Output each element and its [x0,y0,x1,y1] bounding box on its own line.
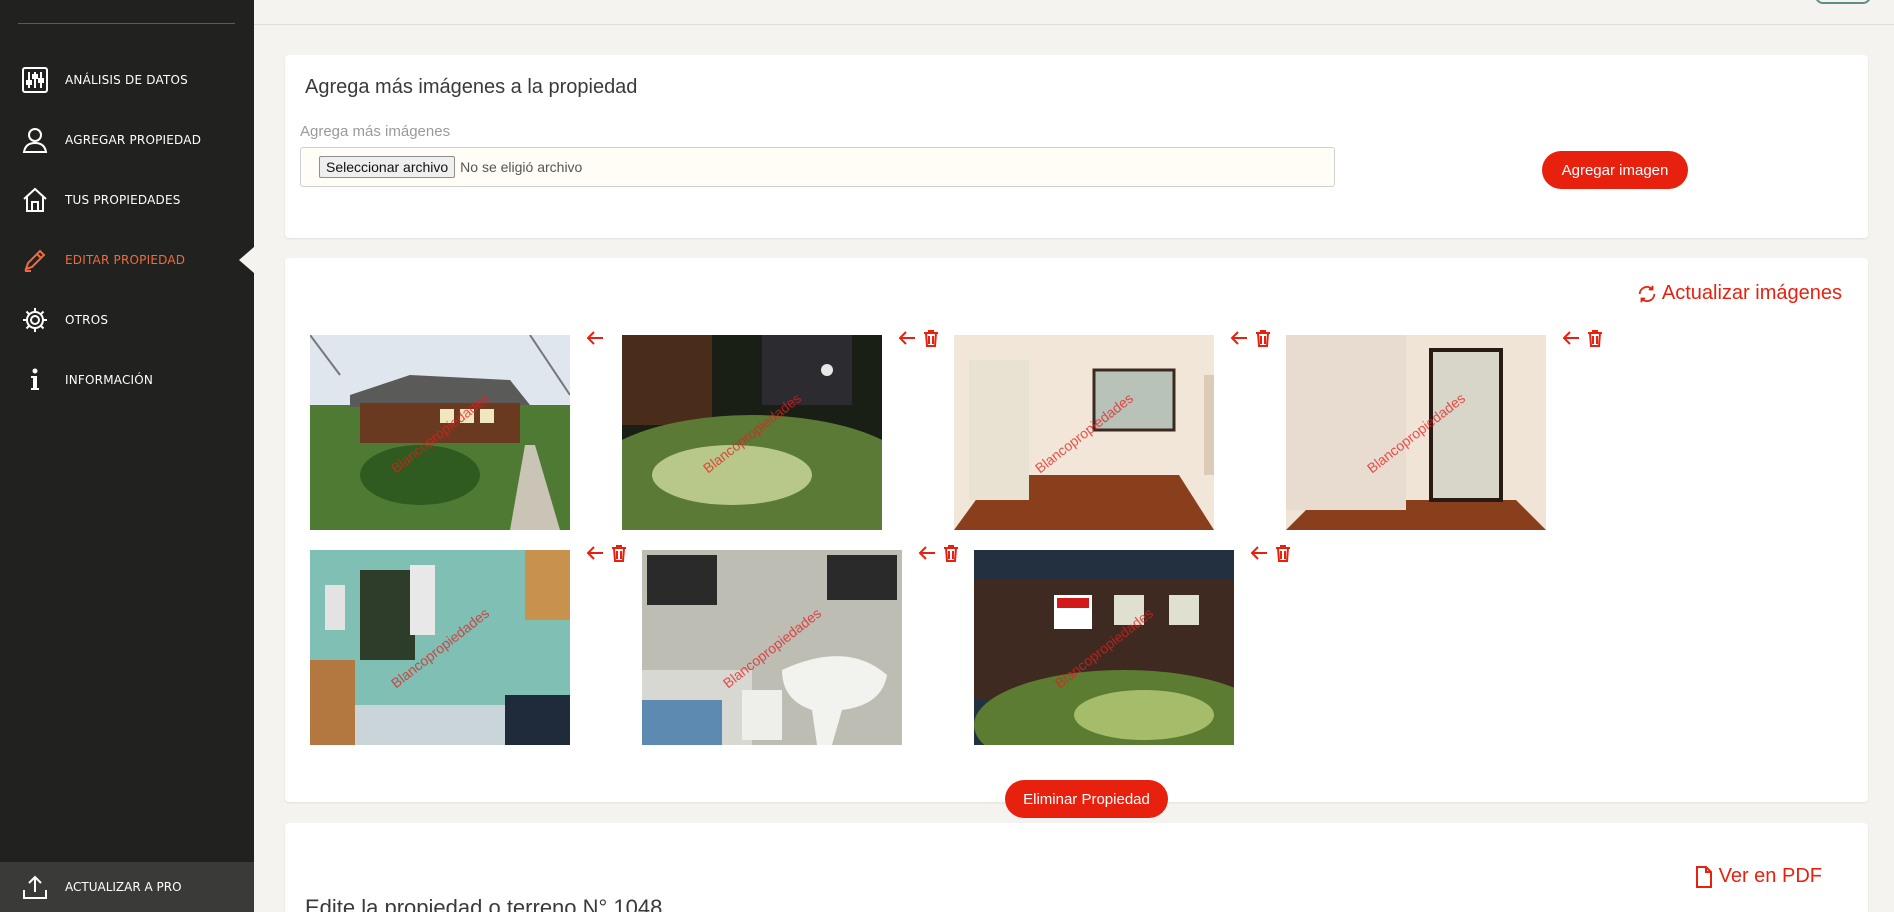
trash-icon[interactable] [1253,328,1273,348]
view-pdf-label: Ver en PDF [1718,865,1822,887]
image-controls [897,328,941,348]
image-controls [1561,328,1605,348]
arrow-left-icon[interactable] [585,328,605,348]
sidebar-item-informacion[interactable]: INFORMACIÓN [0,350,254,410]
sidebar-item-label: TUS PROPIEDADES [65,193,181,207]
delete-property-button[interactable]: Eliminar Propiedad [1005,780,1168,818]
image-controls [585,543,629,563]
property-image-3[interactable]: Blancopropiedades [954,335,1214,530]
sidebar-item-analisis[interactable]: ANÁLISIS DE DATOS [0,50,254,110]
trash-icon[interactable] [609,543,629,563]
edit-property-card: Ver en PDF Edite la propiedad o terreno … [285,823,1868,912]
trash-icon[interactable] [921,328,941,348]
top-divider [254,24,1894,25]
arrow-left-icon[interactable] [1249,543,1269,563]
update-images-label: Actualizar imágenes [1661,282,1842,304]
image-controls [1229,328,1273,348]
trash-icon[interactable] [941,543,961,563]
gallery-card: Actualizar imágenes Blancopropiedades Bl… [285,258,1868,818]
upgrade-pro-button[interactable]: ACTUALIZAR A PRO [0,862,254,912]
add-image-button[interactable]: Agregar imagen [1542,151,1688,189]
sidebar-item-editar[interactable]: EDITAR PROPIEDAD [0,230,254,290]
choose-file-button[interactable]: Seleccionar archivo [319,156,456,178]
property-image-1[interactable]: Blancopropiedades [310,335,570,530]
edit-property-title: Edite la propiedad o terreno N° 1048 [305,895,663,912]
sidebar-item-label: INFORMACIÓN [65,373,154,387]
info-icon [20,365,50,395]
sidebar-divider [18,23,235,24]
property-image-6[interactable]: Blancopropiedades [642,550,902,745]
sidebar-item-otros[interactable]: OTROS [0,290,254,350]
file-input[interactable]: Seleccionar archivo No se eligió archivo [300,147,1335,187]
image-controls [917,543,961,563]
property-image-4[interactable]: Blancopropiedades [1286,335,1546,530]
sliders-icon [20,65,50,95]
arrow-left-icon[interactable] [897,328,917,348]
sidebar-item-label: ANÁLISIS DE DATOS [65,73,188,87]
add-images-field-label: Agrega más imágenes [300,123,451,140]
image-controls [585,328,605,348]
file-icon [1695,865,1712,888]
property-image-2[interactable]: Blancopropiedades [622,335,882,530]
arrow-left-icon[interactable] [585,543,605,563]
top-toggle[interactable] [1815,0,1871,4]
image-controls [1249,543,1293,563]
trash-icon[interactable] [1273,543,1293,563]
add-images-card: Agrega más imágenes a la propiedad Agreg… [285,55,1868,238]
add-images-title: Agrega más imágenes a la propiedad [305,76,638,98]
arrow-left-icon[interactable] [1561,328,1581,348]
sidebar-item-propiedades[interactable]: TUS PROPIEDADES [0,170,254,230]
sidebar-nav: ANÁLISIS DE DATOS AGREGAR PROPIEDAD TUS … [0,50,254,410]
property-image-7[interactable]: Blancopropiedades [974,550,1234,745]
upgrade-pro-label: ACTUALIZAR A PRO [65,880,182,894]
pencil-icon [20,245,50,275]
gear-icon [20,305,50,335]
trash-icon[interactable] [1585,328,1605,348]
arrow-left-icon[interactable] [917,543,937,563]
sidebar-item-label: OTROS [65,313,109,327]
user-icon [20,125,50,155]
sidebar-item-agregar[interactable]: AGREGAR PROPIEDAD [0,110,254,170]
refresh-icon [1638,285,1656,302]
active-indicator [239,247,254,273]
view-pdf-link[interactable]: Ver en PDF [1695,865,1822,888]
home-icon [20,185,50,215]
sidebar-item-label: AGREGAR PROPIEDAD [65,133,202,147]
file-status: No se eligió archivo [460,159,583,175]
arrow-left-icon[interactable] [1229,328,1249,348]
upload-icon [20,872,50,902]
update-images-link[interactable]: Actualizar imágenes [1636,282,1842,305]
sidebar-item-label: EDITAR PROPIEDAD [65,253,186,267]
property-image-5[interactable]: Blancopropiedades [310,550,570,745]
sidebar: ANÁLISIS DE DATOS AGREGAR PROPIEDAD TUS … [0,0,254,912]
